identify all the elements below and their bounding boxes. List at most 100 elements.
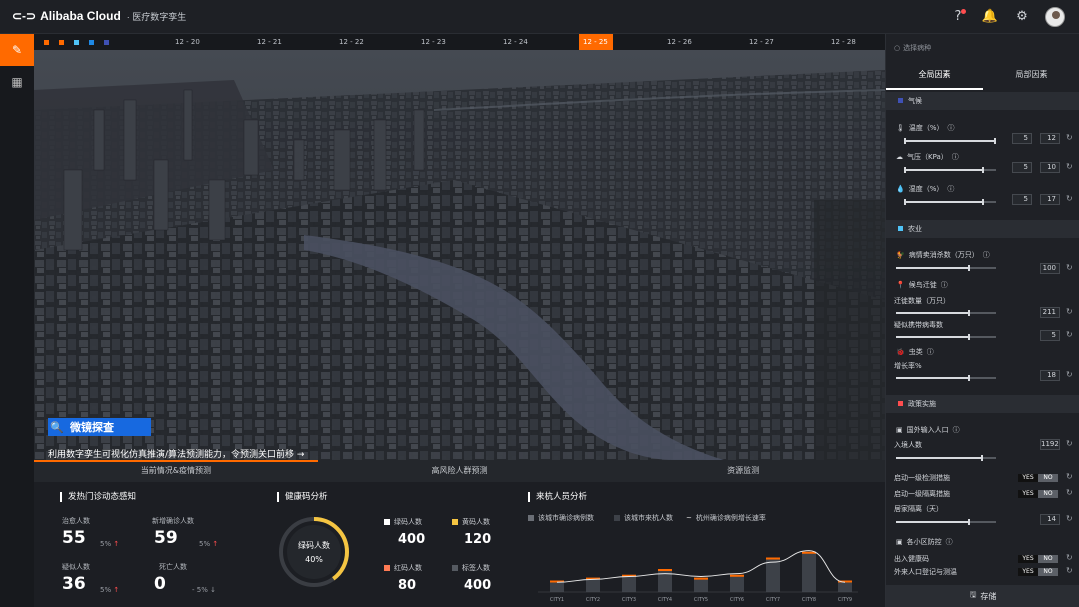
legend-swatch xyxy=(59,39,64,45)
bar-visitors xyxy=(694,577,708,592)
logo-text: Alibaba Cloud xyxy=(40,9,121,23)
refresh-icon[interactable]: ↻ xyxy=(1066,472,1073,481)
cloud-icon: ☁ xyxy=(896,153,903,161)
timeline-date-active[interactable]: 12 - 25 xyxy=(579,34,613,50)
temp-min-input[interactable]: 5 xyxy=(1012,133,1032,144)
refresh-icon[interactable]: ↻ xyxy=(1066,553,1073,562)
home-isolation-slider[interactable] xyxy=(896,519,996,525)
chart-legend-item: 该城市来杭人数 xyxy=(614,513,673,523)
timeline-date[interactable]: 12 - 23 xyxy=(415,34,497,50)
tab-global-factors[interactable]: 全局因素 xyxy=(886,62,983,90)
tab-local-factors[interactable]: 局部因素 xyxy=(983,62,1079,90)
timeline: 12 - 20 12 - 21 12 - 22 12 - 23 12 - 24 … xyxy=(34,34,885,50)
bell-icon[interactable]: 🔔 xyxy=(981,8,999,26)
avatar[interactable] xyxy=(1045,7,1065,27)
chart-legend-item: 该城市确诊病例数 xyxy=(528,513,594,523)
product-name: · 医疗数字孪生 xyxy=(126,11,187,22)
humidity-min-input[interactable]: 5 xyxy=(1012,194,1032,205)
refresh-icon[interactable]: ↻ xyxy=(1066,263,1073,272)
top-bar: ⊂-⊃ Alibaba Cloud · 医疗数字孪生 ? 🔔 ⚙ xyxy=(0,0,1079,34)
edit-icon[interactable]: ✎ xyxy=(0,34,34,66)
refresh-icon[interactable]: ↻ xyxy=(1066,439,1073,448)
refresh-icon[interactable]: ↻ xyxy=(1066,370,1073,379)
city-render xyxy=(34,50,885,460)
document-icon: ▣ xyxy=(896,538,903,546)
probe-title-text: 微镜探查 xyxy=(70,421,114,434)
probe-description[interactable]: 利用数字孪生可视化仿真推演/算法预测能力，令预测关口前移 → xyxy=(48,447,304,460)
pressure-slider[interactable] xyxy=(904,167,996,173)
timeline-date[interactable]: 12 - 21 xyxy=(251,34,333,50)
bird-virus-slider[interactable] xyxy=(896,334,996,340)
tab-resource[interactable]: 资源监测 xyxy=(601,460,885,482)
timeline-date[interactable]: 12 - 24 xyxy=(497,34,579,50)
x-tick-label: CITY2 xyxy=(586,597,600,603)
gear-icon[interactable]: ⚙ xyxy=(1013,8,1031,26)
param-temperature: 🌡 温度（%） ⓘ xyxy=(896,124,955,132)
legend-swatch xyxy=(89,39,94,45)
bird-count-input[interactable]: 211 xyxy=(1040,307,1060,318)
info-icon: ⓘ xyxy=(926,348,934,356)
humidity-max-input[interactable]: 17 xyxy=(1040,194,1060,205)
timeline-date[interactable]: 12 - 28 xyxy=(825,34,885,50)
stat-label: 疑似人数 xyxy=(62,563,90,571)
lvl1-isolate-toggle[interactable]: YES NO xyxy=(1018,490,1058,498)
refresh-icon[interactable]: ↻ xyxy=(1066,514,1073,523)
humidity-slider[interactable] xyxy=(904,199,996,205)
stat-value: 59 xyxy=(154,528,178,548)
refresh-icon[interactable]: ↻ xyxy=(1066,133,1073,142)
timeline-date[interactable]: 12 - 26 xyxy=(661,34,743,50)
temperature-slider[interactable] xyxy=(904,138,996,144)
tab-high-risk[interactable]: 高风险人群预测 xyxy=(318,460,602,482)
dashboard-icon[interactable]: ▦ xyxy=(0,66,34,98)
health-legend-item: 红码人数 xyxy=(384,563,422,573)
pressure-max-input[interactable]: 10 xyxy=(1040,162,1060,173)
health-value: 400 xyxy=(398,532,426,547)
refresh-icon[interactable]: ↻ xyxy=(1066,330,1073,339)
bird-virus-input[interactable]: 5 xyxy=(1040,330,1060,341)
fever-title: 发热门诊动态感知 xyxy=(60,492,136,502)
bar-visitors xyxy=(658,569,672,592)
refresh-icon[interactable]: ↻ xyxy=(1066,194,1073,203)
refresh-icon[interactable]: ↻ xyxy=(1066,566,1073,575)
bar-cases-top xyxy=(730,574,744,577)
city-3d-view[interactable]: 🔍 微镜探查 利用数字孪生可视化仿真推演/算法预测能力，令预测关口前移 → xyxy=(34,50,885,460)
param-humidity: 💧 湿度（%） ⓘ xyxy=(896,185,955,193)
stat-percent: 5% ↑ xyxy=(100,540,120,548)
lvl1-detect-toggle[interactable]: YES NO xyxy=(1018,474,1058,482)
register-toggle[interactable]: YES NO xyxy=(1018,568,1058,576)
save-button[interactable]: 🖫 存储 xyxy=(886,585,1079,607)
bug-icon: 🐞 xyxy=(896,348,905,356)
refresh-icon[interactable]: ↻ xyxy=(1066,307,1073,316)
tab-current[interactable]: 当前情况&疫情预测 xyxy=(34,460,318,482)
home-isolation-input[interactable]: 14 xyxy=(1040,514,1060,525)
bird-count-slider[interactable] xyxy=(896,310,996,316)
timeline-date[interactable]: 12 - 20 xyxy=(169,34,251,50)
timeline-date[interactable]: 12 - 22 xyxy=(333,34,415,50)
legend-swatch xyxy=(44,39,49,45)
probe-title[interactable]: 🔍 微镜探查 xyxy=(48,418,151,436)
temp-max-input[interactable]: 12 xyxy=(1040,133,1060,144)
refresh-icon[interactable]: ↻ xyxy=(1066,162,1073,171)
health-donut xyxy=(279,517,349,587)
x-tick-label: CITY5 xyxy=(694,597,708,603)
factor-tabs: 全局因素 局部因素 xyxy=(886,62,1079,90)
import-slider[interactable] xyxy=(896,455,996,461)
health-code-toggle[interactable]: YES NO xyxy=(1018,555,1058,563)
param-insect: 🐞 虫类 ⓘ xyxy=(896,348,934,356)
group-weather: 气候 xyxy=(886,92,1079,110)
visitors-chart: CITY1 CITY2 CITY3 CITY4 CITY5 CITY6 CITY7 CITY8… xyxy=(538,550,858,603)
stat-label: 死亡人数 xyxy=(159,563,187,571)
insect-input[interactable]: 18 xyxy=(1040,370,1060,381)
refresh-icon[interactable]: ↻ xyxy=(1066,488,1073,497)
timeline-date[interactable]: 12 - 27 xyxy=(743,34,825,50)
import-input[interactable]: 1192 xyxy=(1040,439,1060,450)
alibaba-cloud-logo-icon: ⊂-⊃ xyxy=(12,9,37,23)
pressure-min-input[interactable]: 5 xyxy=(1012,162,1032,173)
x-tick-label: CITY6 xyxy=(730,597,744,603)
disease-search[interactable]: ○ 选择病种 xyxy=(894,40,1072,56)
farm-slider[interactable] xyxy=(896,265,996,271)
farm-input[interactable]: 100 xyxy=(1040,263,1060,274)
x-tick-label: CITY7 xyxy=(766,597,780,603)
help-icon[interactable]: ? xyxy=(949,8,967,26)
insect-slider[interactable] xyxy=(896,375,996,381)
